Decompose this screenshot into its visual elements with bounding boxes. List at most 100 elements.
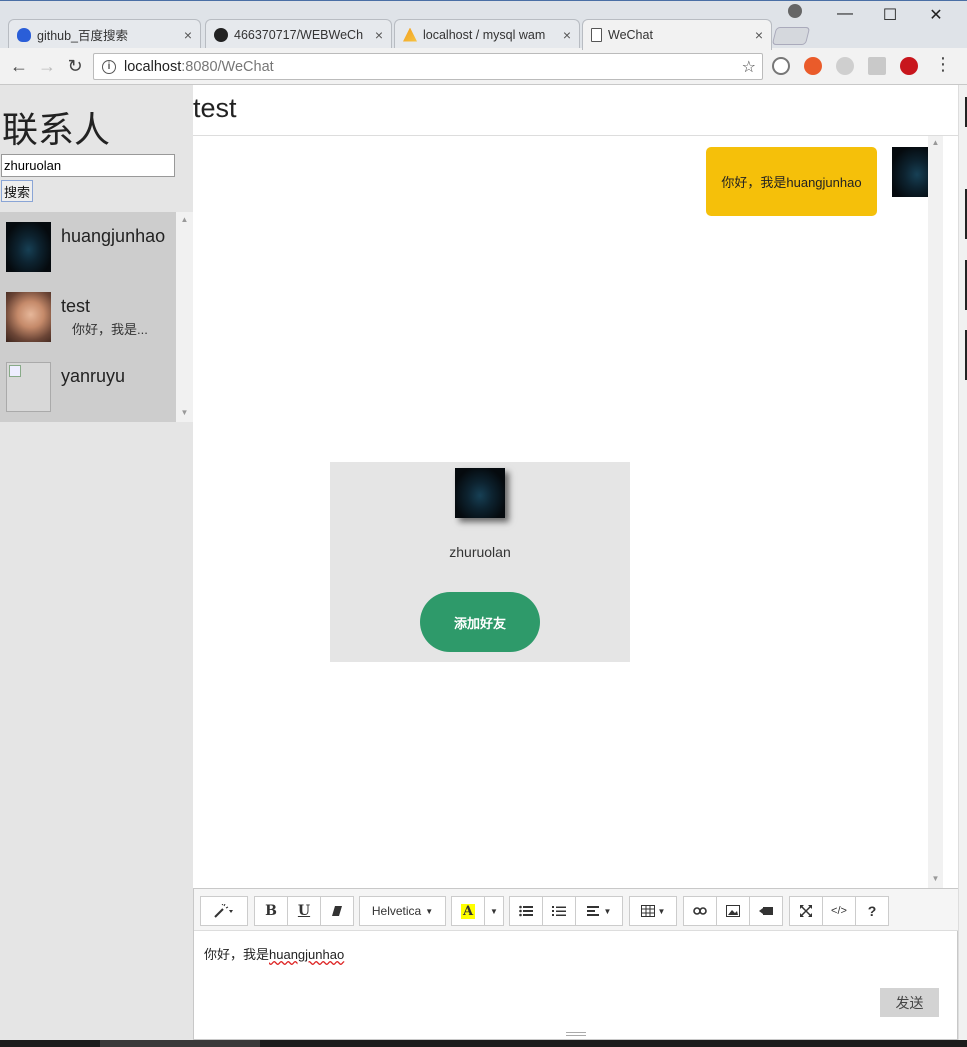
- tab-phpmyadmin[interactable]: localhost / mysql wam ×: [394, 19, 580, 49]
- scroll-up-icon[interactable]: ▲: [928, 138, 943, 147]
- contact-search-input[interactable]: [1, 154, 175, 177]
- scroll-down-icon[interactable]: ▼: [928, 874, 943, 883]
- editor-resize-handle[interactable]: [566, 1032, 586, 1036]
- tab-github-search[interactable]: github_百度搜索 ×: [8, 19, 201, 49]
- scroll-up-icon[interactable]: ▲: [176, 215, 193, 224]
- extension-bike-icon[interactable]: [772, 57, 790, 75]
- tab-title: localhost / mysql wam: [423, 27, 546, 42]
- insert-image-button[interactable]: [716, 896, 750, 926]
- url-path: :8080/WeChat: [181, 58, 274, 75]
- link-icon: [693, 907, 707, 915]
- caret-down-icon: ▼: [603, 906, 612, 916]
- forward-button[interactable]: →: [35, 54, 59, 78]
- expand-icon: [800, 905, 812, 917]
- profile-icon[interactable]: [788, 4, 802, 18]
- github-icon: [214, 27, 228, 42]
- message-area[interactable]: 你好，我是huangjunhao ▲ ▼ zhuruolan 添加好友: [193, 136, 958, 888]
- underline-button[interactable]: U: [287, 896, 321, 926]
- address-bar[interactable]: i localhost:8080/WeChat ☆: [93, 53, 763, 80]
- bulleted-list-button[interactable]: [509, 896, 543, 926]
- message-bubble: 你好，我是huangjunhao: [706, 147, 877, 216]
- browser-menu-icon[interactable]: ⋮: [934, 54, 952, 75]
- extension-infinity-icon[interactable]: [804, 57, 822, 75]
- maximize-button[interactable]: ☐: [870, 5, 910, 25]
- message-input-text: 你好，我是: [204, 947, 270, 962]
- close-icon[interactable]: ×: [375, 27, 383, 43]
- avatar: [6, 222, 51, 272]
- extension-doc-icon[interactable]: [868, 57, 886, 75]
- style-wand-button[interactable]: [200, 896, 248, 926]
- insert-video-button[interactable]: [749, 896, 783, 926]
- clear-format-button[interactable]: [320, 896, 354, 926]
- os-taskbar: [0, 1040, 967, 1047]
- tab-wechat[interactable]: WeChat ×: [582, 19, 772, 50]
- contact-item[interactable]: test 你好，我是...: [0, 282, 176, 346]
- message-editor: B U Helvetica ▼ A ▼ ▼ ▼ </> ? 你好，我是huang…: [193, 888, 959, 1040]
- minimize-button[interactable]: —: [825, 5, 865, 23]
- chat-panel: test 你好，我是huangjunhao ▲ ▼ zhuruolan 添加好友…: [193, 85, 959, 1040]
- eraser-icon: [332, 906, 342, 916]
- numbered-list-icon: [552, 906, 566, 916]
- tab-github-repo[interactable]: 466370717/WEBWeCh ×: [205, 19, 392, 49]
- close-icon[interactable]: ×: [563, 27, 571, 43]
- taskbar-item[interactable]: [100, 1040, 260, 1047]
- search-result-card: zhuruolan 添加好友: [330, 462, 630, 662]
- contact-list[interactable]: huangjunhao test 你好，我是... yanruyu ▲ ▼: [0, 212, 193, 422]
- font-family-value: Helvetica: [371, 904, 422, 918]
- chat-title: test: [193, 93, 237, 123]
- adblock-plus-icon[interactable]: [900, 57, 918, 75]
- contact-item[interactable]: huangjunhao: [0, 212, 176, 276]
- caret-down-icon: ▼: [657, 906, 666, 916]
- table-dropdown[interactable]: ▼: [629, 896, 677, 926]
- browser-titlebar: github_百度搜索 × 466370717/WEBWeCh × localh…: [0, 0, 967, 50]
- tab-title: 466370717/WEBWeCh: [234, 27, 364, 42]
- fullscreen-button[interactable]: [789, 896, 823, 926]
- new-tab-button[interactable]: [771, 27, 811, 45]
- bullet-list-icon: [519, 905, 533, 917]
- search-button[interactable]: 搜索: [1, 180, 33, 202]
- contact-name: test: [61, 296, 91, 316]
- font-color-caret[interactable]: ▼: [484, 896, 504, 926]
- close-icon[interactable]: ×: [755, 27, 763, 43]
- caret-down-icon: ▼: [425, 906, 434, 916]
- add-friend-button[interactable]: 添加好友: [420, 592, 540, 652]
- font-family-dropdown[interactable]: Helvetica ▼: [359, 896, 446, 926]
- message-scrollbar[interactable]: ▲ ▼: [928, 136, 943, 888]
- reload-button[interactable]: ↻: [63, 54, 87, 78]
- align-dropdown[interactable]: ▼: [575, 896, 623, 926]
- contacts-title: 联系人: [2, 109, 111, 150]
- align-left-icon: [586, 906, 599, 916]
- page-scrollbar[interactable]: [958, 85, 967, 1040]
- numbered-list-button[interactable]: [542, 896, 576, 926]
- magic-wand-icon: [214, 904, 233, 918]
- caret-down-icon: ▼: [490, 906, 498, 916]
- back-button[interactable]: ←: [7, 54, 31, 78]
- info-icon[interactable]: i: [102, 59, 116, 74]
- help-button[interactable]: ?: [855, 896, 889, 926]
- close-icon[interactable]: ×: [184, 27, 192, 43]
- code-view-button[interactable]: </>: [822, 896, 856, 926]
- contact-item[interactable]: yanruyu: [0, 352, 176, 416]
- result-username: zhuruolan: [449, 544, 511, 560]
- send-button[interactable]: 发送: [880, 988, 939, 1017]
- browser-toolbar: ← → ↻ i localhost:8080/WeChat ☆ ⋮: [0, 48, 967, 85]
- bold-button[interactable]: B: [254, 896, 288, 926]
- wechat-page: 联系人 搜索 huangjunhao test 你好，我是... yanruyu…: [0, 85, 967, 1040]
- contact-name: huangjunhao: [61, 226, 166, 246]
- broken-image-icon: [9, 365, 21, 377]
- table-icon: [640, 905, 655, 917]
- avatar: [6, 362, 51, 412]
- message-input[interactable]: 你好，我是huangjunhao: [204, 944, 344, 963]
- insert-link-button[interactable]: [683, 896, 717, 926]
- contact-last-message: 你好，我是...: [72, 322, 148, 337]
- scroll-down-icon[interactable]: ▼: [176, 408, 193, 417]
- baidu-paw-icon: [17, 27, 31, 42]
- font-color-button[interactable]: A: [451, 896, 485, 926]
- contact-name: yanruyu: [61, 366, 126, 386]
- contact-list-scrollbar[interactable]: ▲ ▼: [176, 212, 193, 422]
- phpmyadmin-icon: [403, 27, 417, 42]
- close-window-button[interactable]: ✕: [916, 5, 956, 25]
- extension-gray-icon[interactable]: [836, 57, 854, 75]
- image-icon: [726, 905, 740, 917]
- bookmark-star-icon[interactable]: ☆: [742, 57, 756, 77]
